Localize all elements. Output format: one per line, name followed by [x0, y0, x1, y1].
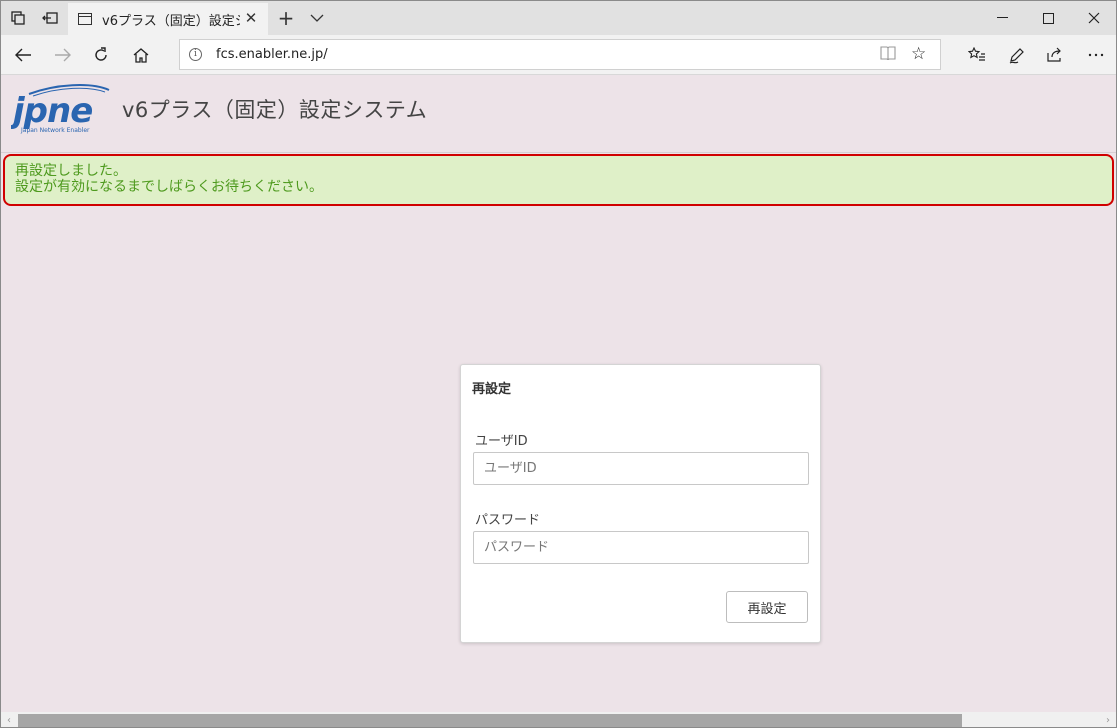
- tabs-aside-icon[interactable]: [33, 1, 67, 35]
- logo-wordmark: jpne: [11, 91, 92, 131]
- tab-title: v6プラス（固定）設定シ: [102, 13, 240, 29]
- tab-list-chevron-icon[interactable]: [305, 1, 329, 35]
- userid-input[interactable]: [473, 452, 809, 485]
- site-info-icon[interactable]: i: [189, 48, 202, 61]
- browser-window: v6プラス（固定）設定シ ✕ + i fcs.enabler.ne.jp/ ☆ …: [0, 0, 1117, 728]
- scroll-right-icon[interactable]: ›: [1100, 712, 1116, 727]
- alert-line-1: 再設定しました。: [15, 163, 127, 179]
- page-content: jpne Japan Network Enabler v6プラス（固定）設定シス…: [1, 76, 1116, 712]
- password-label: パスワード: [475, 513, 541, 528]
- form-title: 再設定: [472, 382, 512, 397]
- maximize-icon[interactable]: [1025, 1, 1071, 35]
- navigation-bar: i fcs.enabler.ne.jp/ ☆: [1, 35, 1116, 75]
- success-alert: 再設定しました。 設定が有効になるまでしばらくお待ちください。: [3, 154, 1114, 206]
- scroll-left-icon[interactable]: ‹: [1, 712, 17, 727]
- favorite-star-icon[interactable]: ☆: [911, 44, 926, 64]
- pen-notes-icon[interactable]: [997, 35, 1037, 75]
- reset-submit-button[interactable]: 再設定: [726, 591, 808, 623]
- logo-subtext: Japan Network Enabler: [20, 127, 90, 134]
- url-text[interactable]: fcs.enabler.ne.jp/: [216, 47, 328, 62]
- tab-close-icon[interactable]: ✕: [242, 9, 260, 27]
- tab-active[interactable]: v6プラス（固定）設定シ ✕: [68, 3, 268, 35]
- more-options-icon[interactable]: [1076, 35, 1116, 75]
- forward-arrow-icon[interactable]: [43, 35, 83, 75]
- tab-bar: v6プラス（固定）設定シ ✕ +: [1, 1, 1116, 35]
- reading-view-icon[interactable]: [880, 46, 896, 64]
- refresh-icon[interactable]: [81, 35, 121, 75]
- tab-actions-icon[interactable]: [1, 1, 35, 35]
- reset-form-card: 再設定 ユーザID パスワード 再設定: [460, 364, 821, 643]
- share-icon[interactable]: [1035, 35, 1075, 75]
- favorites-list-icon[interactable]: [957, 35, 997, 75]
- new-tab-button[interactable]: +: [273, 1, 299, 35]
- page-icon: [78, 13, 92, 25]
- home-icon[interactable]: [121, 35, 161, 75]
- horizontal-scrollbar[interactable]: ‹ ›: [1, 712, 1116, 727]
- userid-label: ユーザID: [475, 434, 528, 449]
- address-bar[interactable]: i fcs.enabler.ne.jp/ ☆: [179, 39, 941, 70]
- site-header: jpne Japan Network Enabler v6プラス（固定）設定シス…: [1, 76, 1116, 153]
- minimize-icon[interactable]: [979, 1, 1025, 35]
- alert-line-2: 設定が有効になるまでしばらくお待ちください。: [15, 179, 323, 195]
- site-title: v6プラス（固定）設定システム: [122, 98, 428, 122]
- password-input[interactable]: [473, 531, 809, 564]
- scrollbar-thumb[interactable]: [18, 714, 962, 727]
- close-window-icon[interactable]: [1071, 1, 1116, 35]
- jpne-logo[interactable]: jpne Japan Network Enabler: [11, 82, 115, 142]
- back-arrow-icon[interactable]: [3, 35, 43, 75]
